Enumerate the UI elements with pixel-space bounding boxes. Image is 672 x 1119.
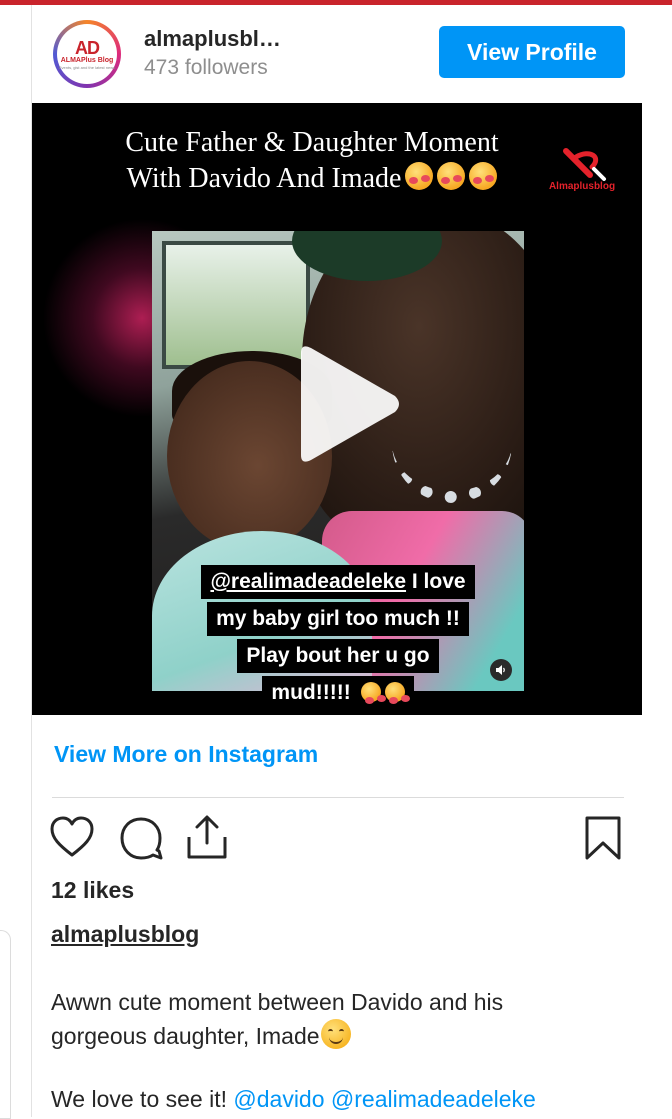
post-caption-2-text: We love to see it! — [51, 1086, 234, 1112]
side-panel-edge — [0, 930, 11, 1119]
heart-icon[interactable] — [49, 815, 95, 859]
comment-icon[interactable] — [118, 815, 164, 861]
post-author-link[interactable]: almaplusblog — [51, 921, 199, 948]
avatar-logo-mark: AD — [75, 37, 100, 58]
hug-emojis — [401, 161, 498, 200]
brand-watermark-label: Almaplusblog — [548, 181, 616, 192]
hug-emoji-icon — [405, 161, 434, 190]
post-caption-line-2-wrap: gorgeous daughter, Imade — [51, 1019, 631, 1053]
hug-emoji-icon — [360, 682, 381, 704]
caption-line-1-rest: I love — [406, 570, 466, 593]
top-strip — [0, 0, 672, 5]
profile-avatar[interactable]: AD ALMAPlus Blog Events, gist and the la… — [53, 20, 121, 88]
avatar-logo-name: ALMAPlus Blog — [60, 56, 114, 64]
avatar-logo: AD ALMAPlus Blog Events, gist and the la… — [57, 24, 117, 84]
video-player[interactable]: Cute Father & Daughter Moment With David… — [32, 103, 642, 715]
avatar-logo-tagline: Events, gist and the latest news — [58, 64, 116, 70]
caption-mention: @realimadeadeleke — [210, 570, 407, 593]
post-caption: Awwn cute moment between Davido and his … — [51, 985, 631, 1053]
hug-emoji-icon — [469, 161, 498, 190]
play-icon[interactable] — [287, 341, 405, 467]
share-icon[interactable] — [185, 813, 229, 861]
video-caption: @realimadeadeleke I love my baby girl to… — [152, 565, 524, 713]
mention-davido-link[interactable]: @davido — [233, 1086, 324, 1112]
video-title-line-1: Cute Father & Daughter Moment — [125, 127, 499, 158]
view-profile-button[interactable]: View Profile — [439, 26, 625, 78]
video-caption-line-3: Play bout her u go — [237, 639, 439, 673]
view-more-on-instagram-link[interactable]: View More on Instagram — [54, 741, 318, 768]
divider — [52, 797, 624, 798]
post-caption-line-2: gorgeous daughter, Imade — [51, 1023, 320, 1049]
video-title-line-2: With Davido And Imade — [126, 163, 402, 194]
video-caption-line-4-text: mud!!!!! — [271, 681, 351, 704]
brand-watermark: Almaplusblog — [546, 145, 618, 199]
like-count: 12 likes — [51, 877, 135, 903]
video-title: Cute Father & Daughter Moment With David… — [82, 125, 542, 200]
smile-emoji-icon — [320, 1019, 351, 1049]
profile-username[interactable]: almaplusbl… — [144, 26, 281, 52]
video-caption-line-2: my baby girl too much !! — [207, 602, 469, 636]
sound-icon[interactable] — [490, 659, 512, 681]
video-title-line-2-wrap: With Davido And Imade — [82, 161, 542, 200]
mention-realimadeadeleke-link[interactable]: @realimadeadeleke — [331, 1086, 536, 1112]
follower-count: 473 followers — [144, 56, 268, 79]
video-caption-line-4: mud!!!!! — [262, 676, 414, 710]
hug-emoji-icon — [437, 161, 466, 190]
hug-emoji-icon — [384, 682, 405, 704]
bookmark-icon[interactable] — [584, 815, 622, 861]
brand-logo-icon — [563, 148, 606, 181]
speaker-icon — [496, 665, 505, 675]
video-caption-line-1: @realimadeadeleke I love — [201, 565, 475, 599]
post-caption-line-1: Awwn cute moment between Davido and his — [51, 989, 504, 1015]
post-caption-2: We love to see it! @davido @realimadeade… — [51, 1086, 536, 1113]
